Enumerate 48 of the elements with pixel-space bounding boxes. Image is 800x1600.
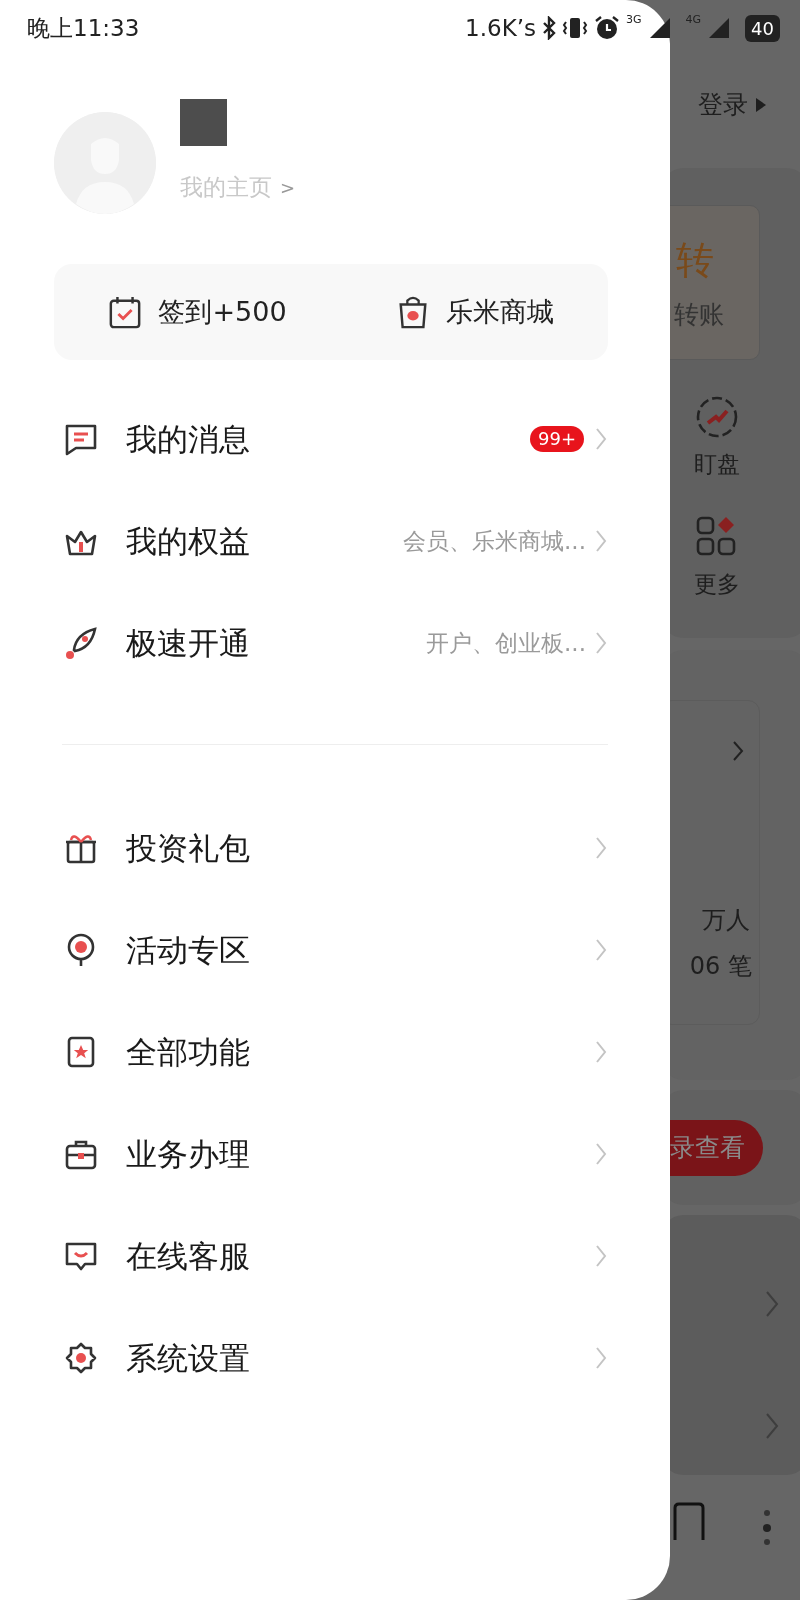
target-chart-icon[interactable] [695,395,739,439]
rocket-icon [64,626,98,660]
more-dots-icon[interactable] [762,1508,772,1548]
network-type: 4G [685,12,702,28]
bluetooth-icon [542,16,557,40]
chevron-icon[interactable] [594,427,608,451]
settings-icon [64,1341,98,1375]
transfer-title: 转 [676,237,714,284]
chevron-icon[interactable] [594,938,608,962]
menu-item[interactable]: 全部功能 [126,1028,250,1076]
chevron-icon[interactable] [594,836,608,860]
chevron-icon[interactable] [594,1142,608,1166]
redacted-name [180,99,227,147]
battery-level: 40 [745,14,780,42]
menu-item[interactable]: 活动专区 [126,926,250,974]
stat-text: 06 笔 [689,951,752,982]
clock-time: 晚上11:33 [27,13,140,43]
chevron-icon[interactable] [765,1290,779,1318]
menu-hint: 会员、乐米商城... [403,526,586,556]
transfer-subtitle: 转账 [674,299,724,331]
calendar-check-icon [108,294,143,330]
network-type: 3G [626,12,642,28]
menu-hint: 开户、创业板... [426,628,586,658]
menu-item[interactable]: 业务办理 [126,1130,250,1178]
menu-item[interactable]: 系统设置 [126,1334,250,1382]
menu-item[interactable]: 在线客服 [126,1232,250,1280]
stat-text: 万人 [702,905,750,936]
menu-item[interactable]: 投资礼包 [126,824,250,872]
chevron-icon[interactable] [732,740,744,762]
chevron-icon[interactable] [594,1040,608,1064]
transfer-card[interactable] [670,205,760,360]
network-speed: 1.6K’s [465,13,537,43]
chevron-icon[interactable] [594,1346,608,1370]
chevron-icon[interactable] [594,631,608,655]
menu-item[interactable]: 我的权益 [126,517,250,565]
message-icon [64,422,98,456]
vibrate-icon [562,16,589,40]
unread-count-badge: 99+ [530,426,584,452]
chevron-icon[interactable] [594,529,608,553]
triangle-right-icon[interactable] [756,97,766,112]
chevron-icon[interactable] [765,1412,779,1440]
alarm-icon [594,15,621,41]
signal-icon [707,16,732,40]
quick-action-label[interactable]: 签到+500 [158,291,287,333]
quick-action-label[interactable]: 乐米商城 [445,291,554,333]
chevron-icon[interactable] [594,1244,608,1268]
menu-item[interactable]: 极速开通 [126,619,250,667]
menu-item[interactable]: 我的消息 [126,415,250,463]
